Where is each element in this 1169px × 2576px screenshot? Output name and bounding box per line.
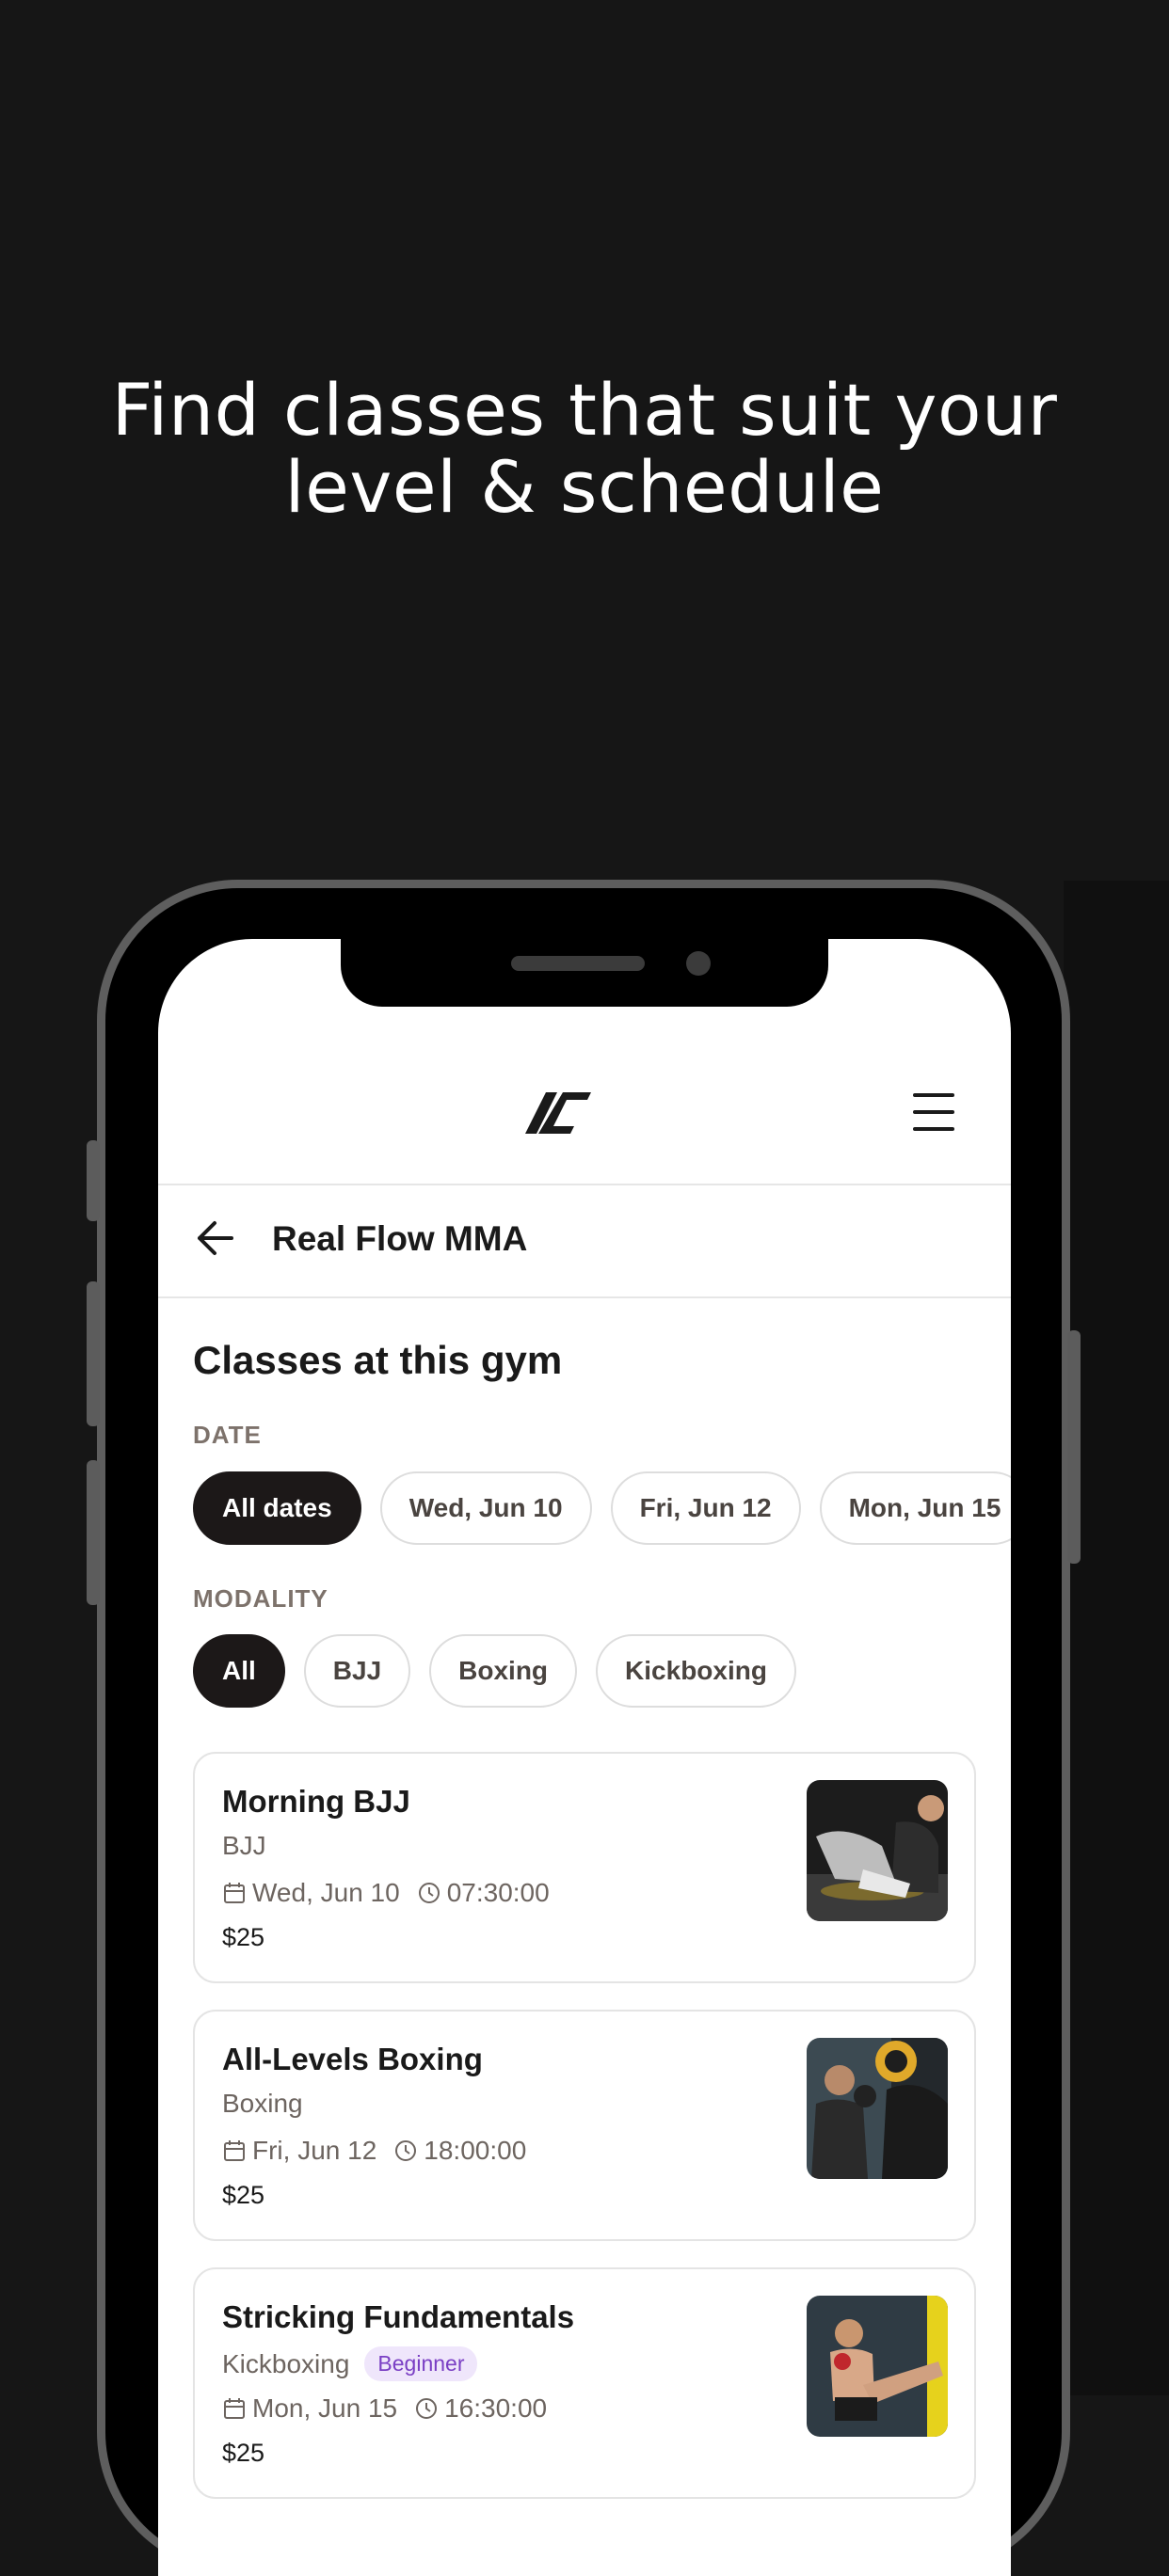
class-title: Morning BJJ xyxy=(222,1784,410,1819)
class-modality: BJJ xyxy=(222,1831,266,1861)
class-price: $25 xyxy=(222,2439,265,2467)
clock-icon xyxy=(416,2398,438,2419)
modality-text: BJJ xyxy=(222,1831,266,1860)
headline-line-2: level & schedule xyxy=(284,445,885,529)
class-modality: Boxing xyxy=(222,2089,303,2119)
class-title: Stricking Fundamentals xyxy=(222,2299,575,2334)
section-title: Classes at this gym xyxy=(193,1338,563,1382)
class-thumbnail-boxing xyxy=(807,2038,948,2179)
headline-line-1: Find classes that suit your xyxy=(111,368,1058,452)
brand-logo-icon[interactable] xyxy=(525,1092,591,1134)
class-price: $25 xyxy=(222,1923,265,1951)
background-panel xyxy=(1064,881,1169,2395)
date-chip-wed-jun-10[interactable]: Wed, Jun 10 xyxy=(379,1471,592,1545)
phone-mute-switch xyxy=(87,1140,100,1221)
class-schedule: Wed, Jun 10 07:30:00 xyxy=(222,1878,550,1908)
date-filter-chips: All dates Wed, Jun 10 Fri, Jun 12 Mon, J… xyxy=(193,1471,1011,1545)
modality-filter-chips: All BJJ Boxing Kickboxing xyxy=(193,1634,796,1708)
clock-icon xyxy=(418,1883,440,1903)
class-time: 16:30:00 xyxy=(444,2393,548,2423)
date-chip-fri-jun-12[interactable]: Fri, Jun 12 xyxy=(610,1471,801,1545)
modality-chip-boxing[interactable]: Boxing xyxy=(429,1634,578,1708)
modality-chip-all[interactable]: All xyxy=(193,1634,285,1708)
arrow-left-icon[interactable] xyxy=(196,1219,235,1257)
class-thumbnail-kickboxing xyxy=(807,2296,948,2437)
clock-icon xyxy=(395,2140,417,2161)
phone-notch xyxy=(341,939,828,1007)
promo-headline: Find classes that suit your level & sche… xyxy=(0,372,1169,526)
modality-text: Kickboxing xyxy=(222,2348,350,2378)
phone-volume-down-button xyxy=(87,1460,100,1605)
phone-speaker xyxy=(511,956,645,971)
gym-header-bar: Real Flow MMA xyxy=(158,1185,1011,1298)
modality-chip-kickboxing[interactable]: Kickboxing xyxy=(596,1634,796,1708)
phone-screen: Real Flow MMA Classes at this gym DATE A… xyxy=(158,939,1011,2576)
modality-text: Boxing xyxy=(222,2089,303,2118)
phone-power-button xyxy=(1067,1330,1081,1564)
class-time: 18:00:00 xyxy=(424,2136,527,2165)
class-title: All-Levels Boxing xyxy=(222,2042,483,2076)
phone-volume-up-button xyxy=(87,1281,100,1426)
calendar-icon xyxy=(224,2140,245,2161)
class-date: Wed, Jun 10 xyxy=(252,1878,400,1907)
hamburger-menu-icon[interactable] xyxy=(913,1093,954,1131)
class-card[interactable]: All-Levels Boxing Boxing Fri, Jun 12 18:… xyxy=(193,2010,976,2241)
gym-title: Real Flow MMA xyxy=(272,1219,528,1258)
phone-camera xyxy=(686,951,711,976)
class-time: 07:30:00 xyxy=(446,1878,550,1907)
class-card[interactable]: Morning BJJ BJJ Wed, Jun 10 07:30:00 $25 xyxy=(193,1752,976,1983)
calendar-icon xyxy=(224,2398,245,2419)
date-filter-label: DATE xyxy=(193,1421,262,1449)
class-modality: Kickboxing Beginner xyxy=(222,2346,478,2381)
class-schedule: Fri, Jun 12 18:00:00 xyxy=(222,2136,526,2166)
class-thumbnail-bjj xyxy=(807,1780,948,1921)
class-card[interactable]: Stricking Fundamentals Kickboxing Beginn… xyxy=(193,2267,976,2499)
class-date: Fri, Jun 12 xyxy=(252,2136,377,2165)
class-schedule: Mon, Jun 15 16:30:00 xyxy=(222,2393,547,2424)
class-price: $25 xyxy=(222,2181,265,2209)
calendar-icon xyxy=(224,1883,245,1903)
date-chip-mon-jun-15[interactable]: Mon, Jun 15 xyxy=(819,1471,1011,1545)
modality-filter-label: MODALITY xyxy=(193,1584,328,1613)
level-badge: Beginner xyxy=(364,2346,478,2381)
modality-chip-bjj[interactable]: BJJ xyxy=(303,1634,411,1708)
class-date: Mon, Jun 15 xyxy=(252,2393,398,2423)
date-chip-all-dates[interactable]: All dates xyxy=(193,1471,361,1545)
